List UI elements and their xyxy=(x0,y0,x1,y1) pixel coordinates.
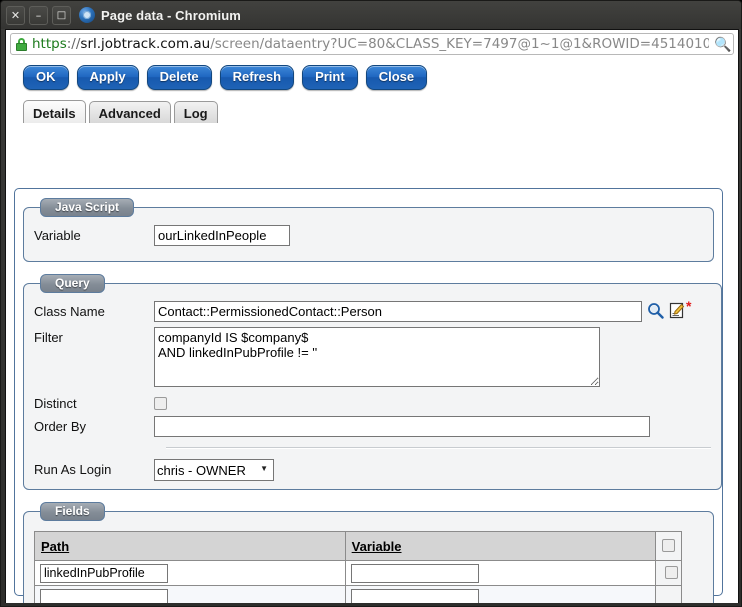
ok-button[interactable]: OK xyxy=(23,65,69,90)
distinct-checkbox[interactable] xyxy=(154,397,167,410)
table-row xyxy=(35,586,682,604)
row-path-input-0[interactable] xyxy=(40,564,168,583)
window-titlebar: ✕ – □ Page data - Chromium xyxy=(1,1,741,29)
apply-button[interactable]: Apply xyxy=(77,65,139,90)
class-name-label: Class Name xyxy=(34,301,154,319)
filter-row: Filter companyId IS $company$ AND linked… xyxy=(34,327,711,387)
row-path-input-1[interactable] xyxy=(40,589,168,604)
order-by-row: Order By xyxy=(34,416,711,437)
refresh-button[interactable]: Refresh xyxy=(220,65,294,90)
variable-row: Variable xyxy=(34,225,703,246)
variable-label: Variable xyxy=(34,225,154,243)
order-by-label: Order By xyxy=(34,416,154,434)
browser-window: ✕ – □ Page data - Chromium https://srl.j… xyxy=(0,0,742,607)
cell-path xyxy=(35,561,346,586)
cell-variable xyxy=(345,586,656,604)
tab-bar: Details Advanced Log xyxy=(23,100,738,123)
order-by-input[interactable] xyxy=(154,416,650,437)
delete-button[interactable]: Delete xyxy=(147,65,212,90)
cell-row-checkbox xyxy=(656,586,682,604)
query-group: Query Class Name xyxy=(23,274,722,490)
class-name-input[interactable] xyxy=(154,301,642,322)
fields-table: Path Variable xyxy=(34,531,682,603)
magnifier-icon[interactable] xyxy=(647,302,664,322)
action-toolbar: OK Apply Delete Refresh Print Close xyxy=(6,57,738,90)
window-close-button[interactable]: ✕ xyxy=(6,6,25,25)
zoom-icon[interactable]: 🔍 xyxy=(714,37,729,52)
details-panel: Java Script Variable Query Class Name xyxy=(14,188,723,596)
tab-advanced[interactable]: Advanced xyxy=(89,101,171,123)
cell-row-checkbox xyxy=(656,561,682,586)
select-all-checkbox[interactable] xyxy=(662,539,675,552)
fields-group-legend: Fields xyxy=(40,502,105,521)
query-group-legend: Query xyxy=(40,274,105,293)
chromium-icon xyxy=(79,7,95,23)
window-maximize-button[interactable]: □ xyxy=(52,6,71,25)
run-as-login-label: Run As Login xyxy=(34,459,154,477)
run-as-login-select[interactable]: chris - OWNER xyxy=(154,459,274,481)
fields-table-header-row: Path Variable xyxy=(35,532,682,561)
tab-log[interactable]: Log xyxy=(174,101,218,123)
window-minimize-button[interactable]: – xyxy=(29,6,48,25)
filter-textarea[interactable]: companyId IS $company$ AND linkedInPubPr… xyxy=(154,327,600,387)
table-row xyxy=(35,561,682,586)
class-name-row: Class Name xyxy=(34,301,711,322)
url-separator: :// xyxy=(67,36,81,52)
row-variable-input-1[interactable] xyxy=(351,589,479,604)
required-marker: * xyxy=(686,301,691,311)
row-variable-input-0[interactable] xyxy=(351,564,479,583)
distinct-label: Distinct xyxy=(34,393,154,411)
column-header-path[interactable]: Path xyxy=(35,532,346,561)
close-button[interactable]: Close xyxy=(366,65,427,90)
browser-content: https://srl.jobtrack.com.au/screen/datae… xyxy=(5,29,739,603)
filter-label: Filter xyxy=(34,327,154,345)
javascript-group-legend-label: Java Script xyxy=(40,198,134,217)
run-as-login-row: Run As Login chris - OWNER xyxy=(34,459,711,481)
query-group-legend-label: Query xyxy=(40,274,105,293)
print-button[interactable]: Print xyxy=(302,65,358,90)
variable-input[interactable] xyxy=(154,225,290,246)
url-path: /screen/dataentry?UC=80&CLASS_KEY=7497@1… xyxy=(210,36,709,52)
url-text: https://srl.jobtrack.com.au/screen/datae… xyxy=(32,34,709,54)
javascript-group-legend: Java Script xyxy=(40,198,134,217)
address-bar-area: https://srl.jobtrack.com.au/screen/datae… xyxy=(6,30,738,57)
cell-variable xyxy=(345,561,656,586)
row-checkbox-0[interactable] xyxy=(665,566,678,579)
tab-details[interactable]: Details xyxy=(23,100,86,123)
query-divider xyxy=(166,447,711,449)
fields-group-legend-label: Fields xyxy=(40,502,105,521)
address-bar[interactable]: https://srl.jobtrack.com.au/screen/datae… xyxy=(10,33,734,55)
window-title: Page data - Chromium xyxy=(101,8,241,23)
page-viewport: OK Apply Delete Refresh Print Close Deta… xyxy=(6,57,738,603)
url-host: srl.jobtrack.com.au xyxy=(80,36,210,52)
edit-pencil-icon[interactable] xyxy=(669,302,685,322)
distinct-row: Distinct xyxy=(34,393,711,411)
column-header-variable[interactable]: Variable xyxy=(345,532,656,561)
lock-icon xyxy=(16,38,27,51)
column-header-select-all xyxy=(656,532,682,561)
url-scheme: https xyxy=(32,36,67,52)
cell-path xyxy=(35,586,346,604)
javascript-group: Java Script Variable xyxy=(23,198,714,262)
run-as-login-select-wrap: chris - OWNER xyxy=(154,459,274,481)
fields-group: Fields Path Variable xyxy=(23,502,714,603)
